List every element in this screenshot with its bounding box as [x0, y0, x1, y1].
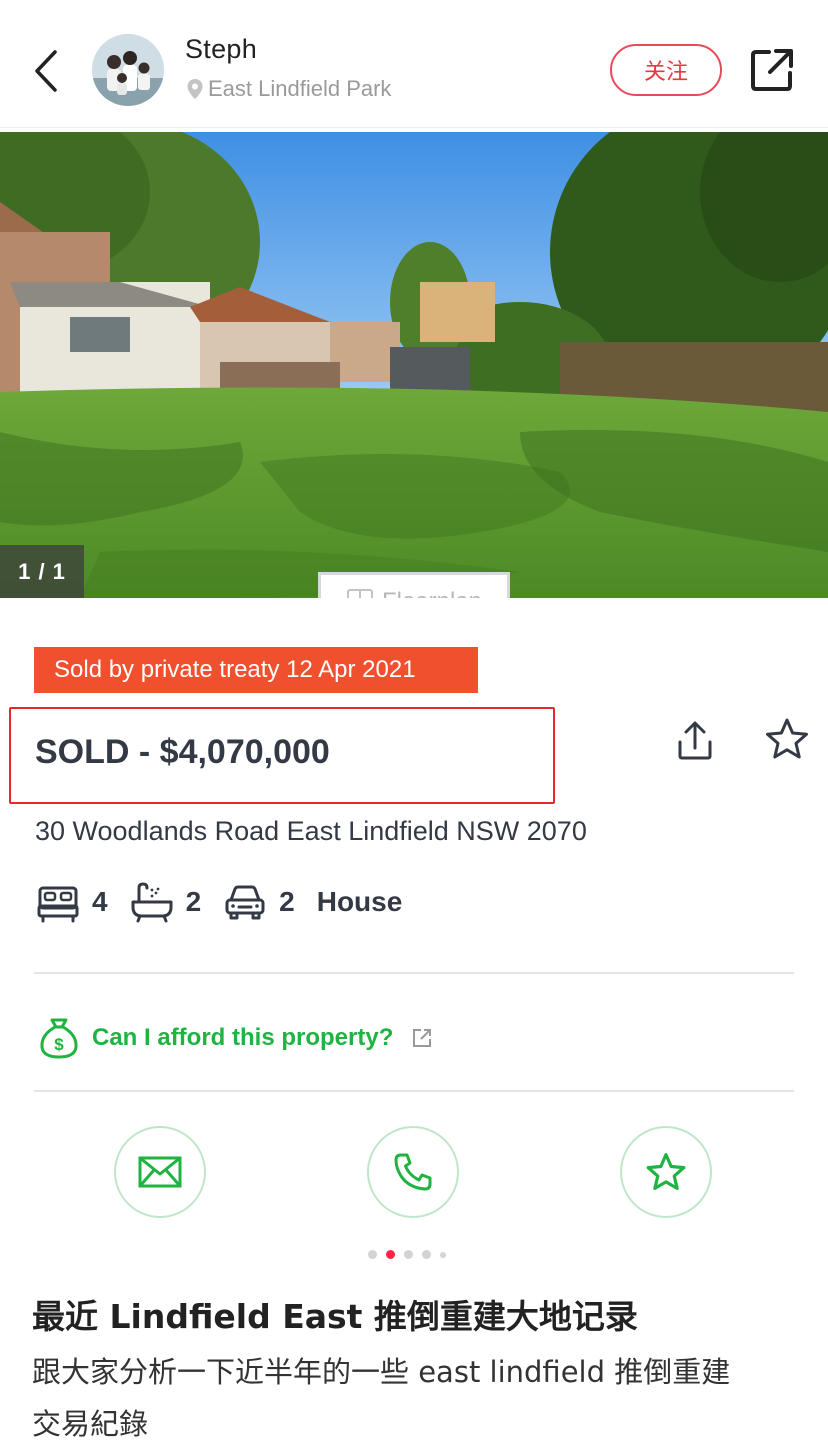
call-agent-button[interactable]: [367, 1126, 459, 1218]
photo-counter: 1 / 1: [0, 545, 84, 598]
svg-text:$: $: [54, 1035, 64, 1054]
chevron-left-icon: [35, 50, 57, 92]
parking-count: 2: [279, 886, 295, 917]
car-icon: [225, 885, 265, 920]
follow-button[interactable]: 关注: [610, 44, 722, 96]
share-button[interactable]: [748, 46, 796, 94]
location-tag[interactable]: East Lindfield Park: [186, 76, 391, 102]
external-share-icon: [751, 49, 793, 91]
post-body: 跟大家分析一下近半年的一些 east lindfield 推倒重建 交易紀錄: [32, 1346, 802, 1450]
pager-dot: [404, 1250, 413, 1259]
property-type: House: [316, 886, 403, 917]
envelope-icon: [138, 1156, 182, 1188]
bedroom-count: 4: [92, 886, 108, 917]
bath-icon: [131, 882, 173, 923]
pager-dot: [422, 1250, 431, 1259]
post-body-line: 跟大家分析一下近半年的一些 east lindfield 推倒重建: [32, 1355, 731, 1389]
pager-dot: [368, 1250, 377, 1259]
email-agent-button[interactable]: [114, 1126, 206, 1218]
location-text: East Lindfield Park: [208, 76, 392, 101]
back-button[interactable]: [28, 46, 64, 96]
post-header: Steph East Lindfield Park 关注: [0, 0, 828, 128]
shortlist-button[interactable]: [620, 1126, 712, 1218]
pager-dot: [440, 1251, 446, 1258]
pager-dot-active: [386, 1250, 395, 1259]
property-photo[interactable]: [0, 132, 828, 598]
sold-price: SOLD - $4,070,000: [35, 733, 330, 771]
external-link-icon: [413, 1029, 432, 1047]
save-listing-button[interactable]: [764, 716, 810, 762]
divider: [34, 972, 794, 974]
property-address: 30 Woodlands Road East Lindfield NSW 207…: [35, 816, 587, 846]
post-title: 最近 Lindfield East 推倒重建大地记录: [32, 1297, 638, 1336]
carousel-pager: [368, 1250, 446, 1259]
star-outline-icon: [766, 718, 808, 759]
post-body-line: 交易紀錄: [32, 1407, 149, 1441]
sold-banner: Sold by private treaty 12 Apr 2021: [34, 647, 478, 693]
share-listing-button[interactable]: [672, 718, 718, 764]
property-features: 4 2 2 House: [36, 878, 402, 926]
map-pin-icon: [187, 79, 203, 99]
divider: [34, 1090, 794, 1092]
bathroom-count: 2: [185, 886, 202, 917]
avatar[interactable]: [92, 34, 164, 106]
bed-icon: [37, 886, 79, 923]
listing-card: Sold by private treaty 12 Apr 2021 SOLD …: [0, 598, 828, 1232]
upload-icon: [678, 721, 712, 760]
money-bag-icon: $: [40, 1018, 78, 1059]
user-name[interactable]: Steph: [185, 34, 257, 65]
star-icon: [646, 1153, 686, 1191]
afford-calculator-link[interactable]: $ Can I afford this property?: [38, 1016, 433, 1060]
phone-icon: [394, 1153, 432, 1191]
afford-link-text: Can I afford this property?: [92, 1024, 394, 1051]
